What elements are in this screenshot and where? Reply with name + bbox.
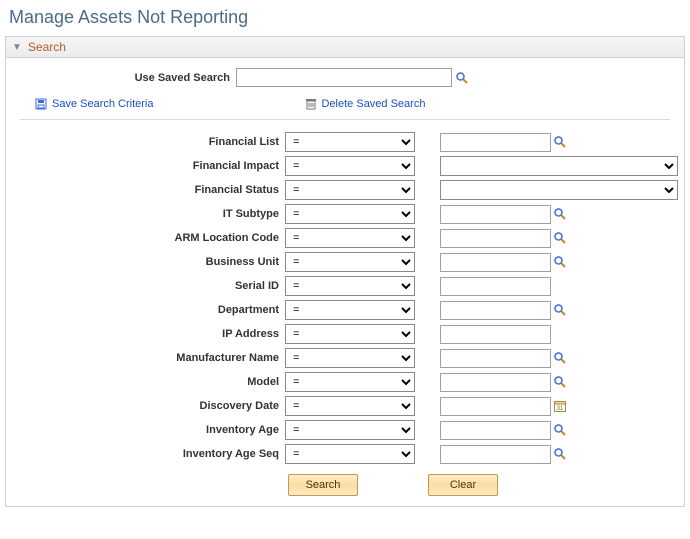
saved-search-row: Use Saved Search [20,68,670,87]
saved-search-input[interactable] [236,68,452,87]
criteria-label: ARM Location Code [20,232,285,244]
value-input[interactable] [440,205,551,224]
clear-button[interactable]: Clear [428,474,498,496]
operator-select[interactable]: = [285,204,415,224]
criteria-label: Serial ID [20,280,285,292]
criteria-label: Business Unit [20,256,285,268]
lookup-icon[interactable] [455,71,469,85]
search-panel: ▼ Search Use Saved Search [5,36,685,507]
collapse-toggle-icon[interactable]: ▼ [12,42,22,53]
search-button[interactable]: Search [288,474,358,496]
value-input[interactable] [440,133,551,152]
value-input[interactable] [440,397,551,416]
value-input[interactable] [440,421,551,440]
lookup-icon[interactable] [553,351,567,365]
value-input[interactable] [440,325,551,344]
operator-select[interactable]: = [285,156,415,176]
lookup-icon[interactable] [553,447,567,461]
button-row: Search Clear [20,474,670,496]
value-input[interactable] [440,373,551,392]
divider [20,119,670,120]
save-action: Save Search Criteria [34,97,154,111]
lookup-icon[interactable] [553,423,567,437]
lookup-icon[interactable] [553,303,567,317]
value-input[interactable] [440,349,551,368]
value-input[interactable] [440,253,551,272]
lookup-icon[interactable] [553,231,567,245]
criteria-label: Financial Impact [20,160,285,172]
delete-action: Delete Saved Search [304,97,426,111]
search-actions: Save Search Criteria Delete Saved Search [20,97,670,111]
delete-link[interactable]: Delete Saved Search [322,98,426,110]
criteria-label: Discovery Date [20,400,285,412]
operator-select[interactable]: = [285,276,415,296]
criteria-grid: Financial List=Financial Impact=Financia… [20,132,670,464]
operator-select[interactable]: = [285,420,415,440]
operator-select[interactable]: = [285,252,415,272]
value-select[interactable] [440,180,678,200]
operator-select[interactable]: = [285,396,415,416]
criteria-label: Inventory Age [20,424,285,436]
criteria-label: Manufacturer Name [20,352,285,364]
operator-select[interactable]: = [285,132,415,152]
operator-select[interactable]: = [285,348,415,368]
criteria-label: IT Subtype [20,208,285,220]
criteria-label: Department [20,304,285,316]
value-input[interactable] [440,229,551,248]
value-input[interactable] [440,277,551,296]
criteria-label: Inventory Age Seq [20,448,285,460]
svg-text:31: 31 [557,406,564,412]
criteria-label: Financial Status [20,184,285,196]
save-link[interactable]: Save Search Criteria [52,98,154,110]
lookup-icon[interactable] [553,255,567,269]
value-input[interactable] [440,445,551,464]
operator-select[interactable]: = [285,444,415,464]
lookup-icon[interactable] [553,207,567,221]
operator-select[interactable]: = [285,372,415,392]
page-title: Manage Assets Not Reporting [9,7,685,28]
saved-search-label: Use Saved Search [20,72,236,84]
panel-title: Search [28,40,66,54]
calendar-icon[interactable]: 31 [553,399,567,413]
criteria-label: IP Address [20,328,285,340]
operator-select[interactable]: = [285,300,415,320]
value-input[interactable] [440,301,551,320]
operator-select[interactable]: = [285,180,415,200]
operator-select[interactable]: = [285,324,415,344]
trash-icon [304,97,318,111]
save-icon [34,97,48,111]
panel-body: Use Saved Search Save Search [6,58,684,506]
operator-select[interactable]: = [285,228,415,248]
panel-header: ▼ Search [6,37,684,58]
criteria-label: Financial List [20,136,285,148]
lookup-icon[interactable] [553,375,567,389]
value-select[interactable] [440,156,678,176]
criteria-label: Model [20,376,285,388]
lookup-icon[interactable] [553,135,567,149]
